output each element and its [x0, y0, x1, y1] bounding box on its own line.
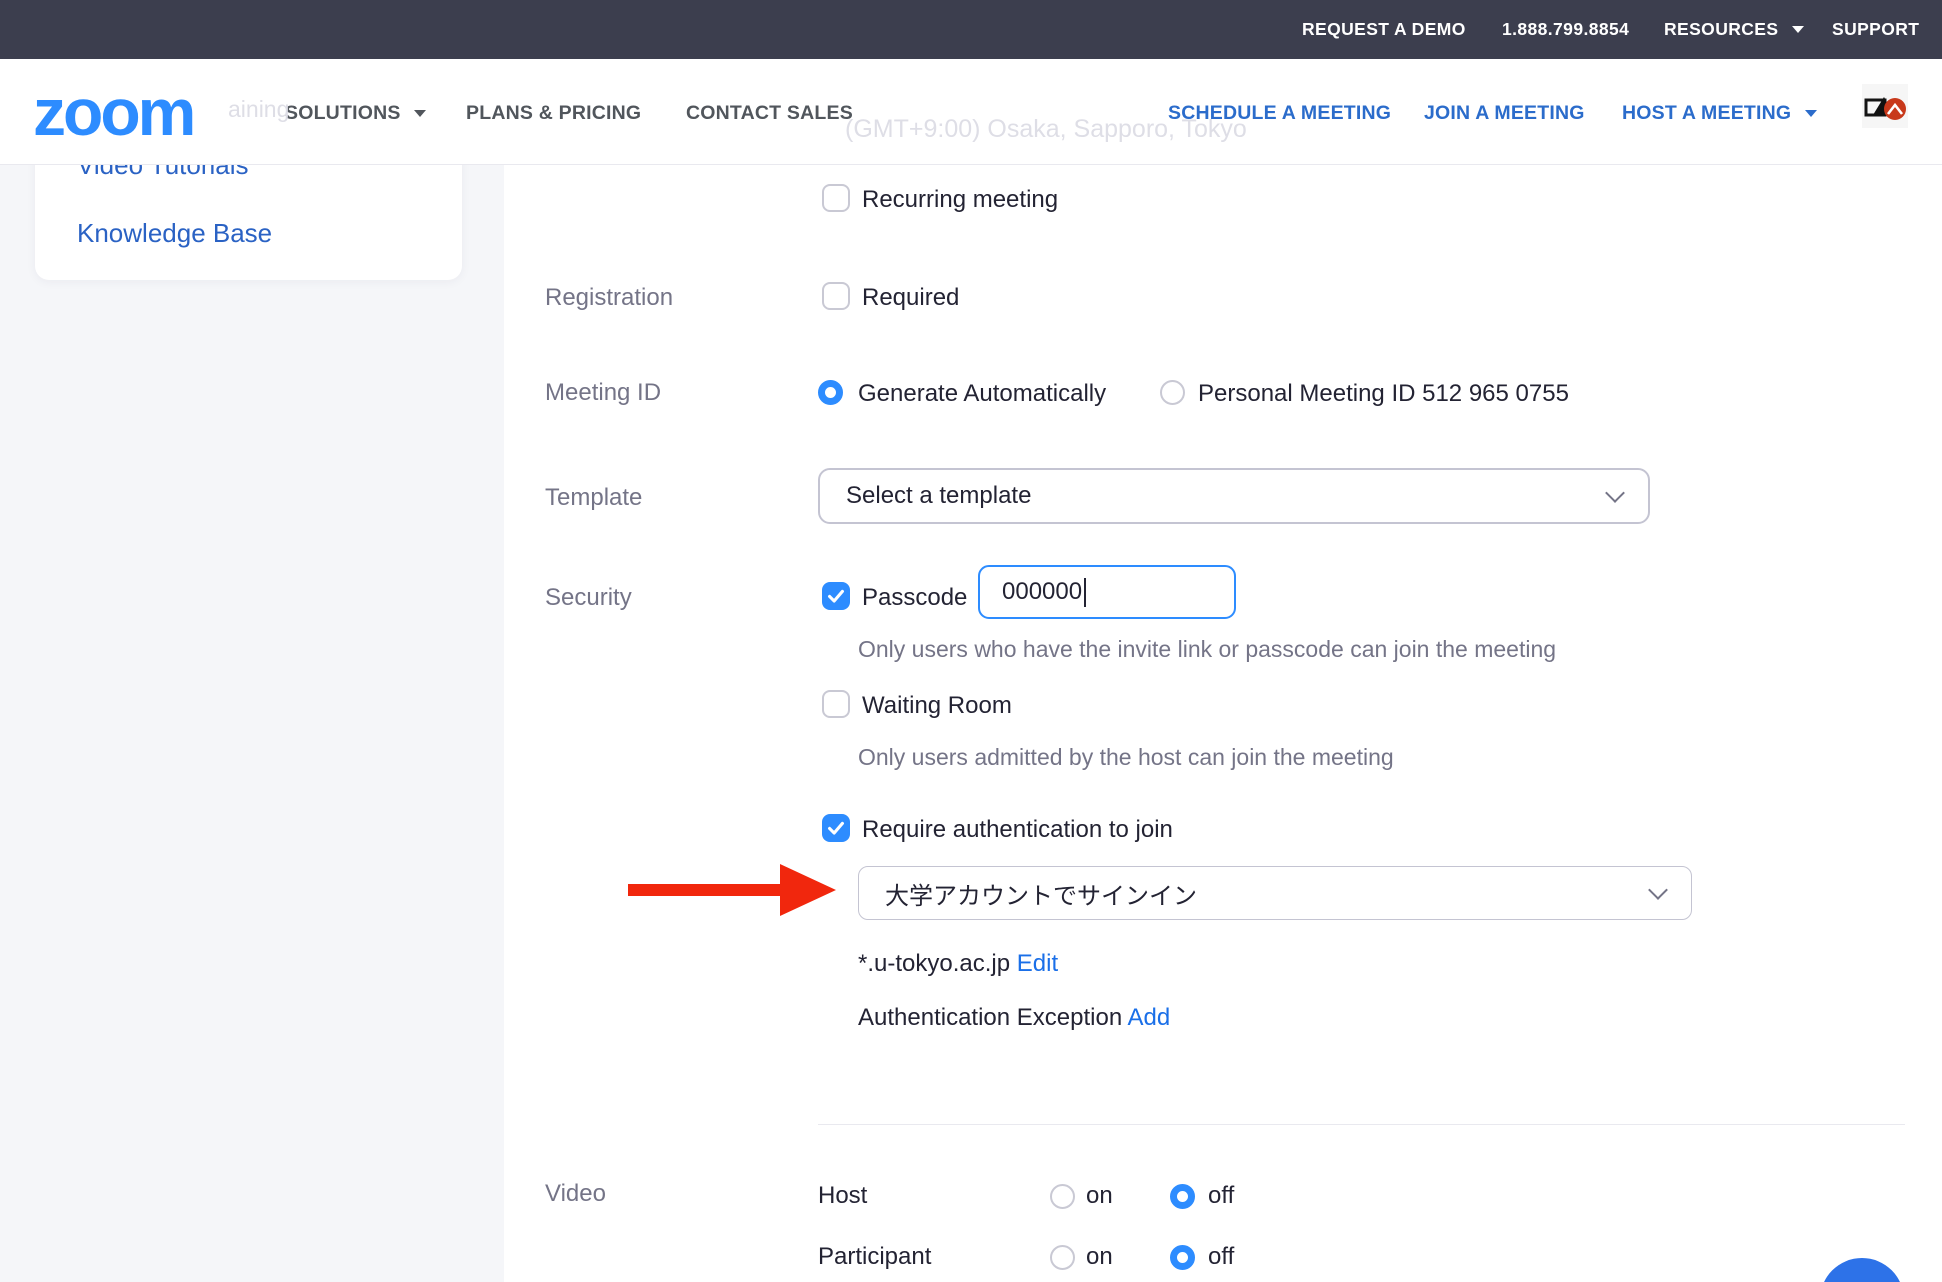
resources-menu[interactable]: RESOURCES: [1664, 19, 1804, 40]
auth-domain-row: *.u-tokyo.ac.jp Edit: [858, 950, 1058, 978]
meeting-id-generate-label[interactable]: Generate Automatically: [858, 380, 1106, 408]
chevron-down-icon: [1805, 110, 1817, 117]
chevron-down-icon: [1648, 880, 1668, 900]
video-participant-label: Participant: [818, 1243, 931, 1271]
zoom-schedule-meeting-page: Video Tutorials Knowledge Base Recurring…: [0, 0, 1942, 1282]
meeting-id-label: Meeting ID: [545, 379, 661, 407]
video-participant-off-label[interactable]: off: [1208, 1243, 1234, 1271]
template-select[interactable]: Select a template: [818, 468, 1650, 524]
request-demo-link[interactable]: REQUEST A DEMO: [1302, 19, 1466, 40]
passcode-help-text: Only users who have the invite link or p…: [858, 636, 1556, 663]
meeting-id-personal-label[interactable]: Personal Meeting ID 512 965 0755: [1198, 380, 1569, 408]
passcode-checkbox[interactable]: [822, 582, 850, 610]
registration-required-checkbox[interactable]: [822, 282, 850, 310]
sidebar-background: [0, 164, 504, 1282]
help-widget-button[interactable]: [1820, 1258, 1904, 1282]
recurring-meeting-checkbox[interactable]: [822, 184, 850, 212]
registration-required-label[interactable]: Required: [862, 284, 959, 312]
nav-item-solutions[interactable]: SOLUTIONS: [285, 102, 426, 125]
meeting-id-generate-radio[interactable]: [818, 380, 843, 405]
zoom-logo[interactable]: zoom: [33, 67, 193, 157]
passcode-label[interactable]: Passcode: [862, 584, 967, 612]
video-section-label: Video: [545, 1180, 606, 1208]
template-label: Template: [545, 484, 642, 512]
support-link[interactable]: SUPPORT: [1832, 19, 1919, 40]
nav-item-host-meeting[interactable]: HOST A MEETING: [1622, 102, 1817, 125]
utility-topbar: REQUEST A DEMO 1.888.799.8854 RESOURCES …: [0, 0, 1942, 59]
text-caret: [1084, 578, 1086, 607]
meeting-id-personal-radio[interactable]: [1160, 380, 1185, 405]
auth-method-select-value: 大学アカウントでサインイン: [885, 876, 1197, 911]
registration-label: Registration: [545, 284, 673, 312]
chevron-down-icon: [1792, 26, 1804, 33]
video-host-off-label[interactable]: off: [1208, 1182, 1234, 1210]
add-link[interactable]: Add: [1128, 1004, 1171, 1031]
video-participant-off-radio[interactable]: [1170, 1245, 1195, 1270]
require-auth-checkbox[interactable]: [822, 814, 850, 842]
main-nav: aining (GMT+9:00) Osaka, Sapporo, Tokyo …: [0, 59, 1942, 165]
nav-item-contact-sales[interactable]: CONTACT SALES: [686, 102, 853, 125]
sidebar-item-knowledge-base[interactable]: Knowledge Base: [77, 218, 272, 249]
security-label: Security: [545, 584, 632, 612]
passcode-input[interactable]: [978, 565, 1236, 619]
red-arrow-annotation: [628, 860, 838, 925]
video-participant-on-label[interactable]: on: [1086, 1243, 1113, 1271]
video-host-on-label[interactable]: on: [1086, 1182, 1113, 1210]
arrow-right-icon: [628, 860, 838, 920]
ghost-scrolled-text: aining: [228, 96, 289, 123]
require-auth-label[interactable]: Require authentication to join: [862, 816, 1173, 844]
video-host-off-radio[interactable]: [1170, 1184, 1195, 1209]
chevron-down-icon: [1605, 483, 1625, 503]
auth-exception-label: Authentication Exception: [858, 1004, 1122, 1031]
waiting-room-help-text: Only users admitted by the host can join…: [858, 744, 1394, 771]
nav-item-plans-pricing[interactable]: PLANS & PRICING: [466, 102, 641, 125]
recurring-meeting-label[interactable]: Recurring meeting: [862, 186, 1058, 214]
auth-exception-row: Authentication Exception Add: [858, 1004, 1170, 1032]
video-host-label: Host: [818, 1182, 867, 1210]
waiting-room-label[interactable]: Waiting Room: [862, 692, 1012, 720]
passcode-field-wrap: [978, 565, 1236, 619]
checkmark-icon: [825, 817, 847, 839]
video-participant-on-radio[interactable]: [1050, 1245, 1075, 1270]
checkmark-icon: [825, 585, 847, 607]
ghost-timezone-text: (GMT+9:00) Osaka, Sapporo, Tokyo: [845, 115, 1247, 144]
waiting-room-checkbox[interactable]: [822, 690, 850, 718]
auth-method-select[interactable]: 大学アカウントでサインイン: [858, 866, 1692, 920]
edit-link[interactable]: Edit: [1017, 950, 1058, 977]
profile-avatar[interactable]: [1862, 84, 1908, 128]
section-divider: [818, 1124, 1905, 1125]
nav-item-join-meeting[interactable]: JOIN A MEETING: [1424, 102, 1585, 125]
video-host-on-radio[interactable]: [1050, 1184, 1075, 1209]
template-select-value: Select a template: [846, 482, 1031, 510]
auth-domain-value: *.u-tokyo.ac.jp: [858, 950, 1010, 977]
chevron-down-icon: [414, 110, 426, 117]
broken-image-icon: [1862, 84, 1908, 128]
phone-number[interactable]: 1.888.799.8854: [1502, 19, 1629, 40]
